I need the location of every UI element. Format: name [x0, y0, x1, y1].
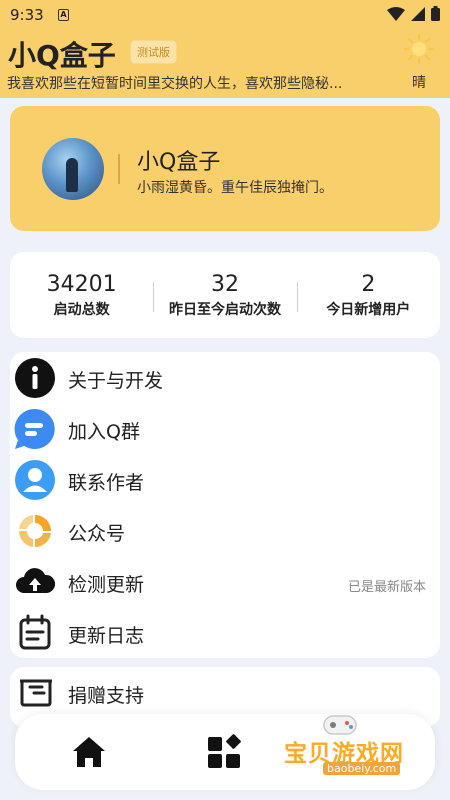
menu-item-official-account[interactable]: 公众号 [10, 505, 440, 556]
stat-label: 昨日至今启动次数 [168, 301, 281, 318]
watermark-logo: 宝贝游戏网 baobeiy.com [280, 712, 440, 786]
menu-card: 关于与开发 加入Q群 联系作者 公众号 检测更新 已是最新版本 更新日志 [10, 352, 440, 658]
beta-badge: 测试版 [130, 40, 177, 64]
cloud-upload-icon [16, 568, 56, 593]
stat-launches-since-yesterday: 32 昨日至今启动次数 [153, 272, 296, 319]
menu-item-label: 公众号 [68, 523, 126, 545]
update-status-text: 已是最新版本 [347, 580, 426, 595]
notification-a-icon: A [58, 9, 69, 21]
info-icon [15, 358, 55, 398]
menu-item-about[interactable]: 关于与开发 [10, 352, 440, 403]
stat-total-launches: 34201 启动总数 [10, 272, 153, 319]
chat-bubble-icon [14, 408, 55, 449]
menu-item-label: 联系作者 [68, 472, 145, 494]
system-icons [387, 6, 440, 21]
menu-item-changelog[interactable]: 更新日志 [10, 607, 440, 658]
profile-divider [118, 154, 120, 184]
apps-icon[interactable] [205, 734, 245, 770]
stat-label: 今日新增用户 [326, 301, 411, 318]
user-icon [15, 460, 55, 500]
menu-item-contact-author[interactable]: 联系作者 [10, 454, 440, 505]
watermark-url: baobeiy.com [323, 762, 401, 775]
stat-label: 启动总数 [53, 301, 110, 318]
menu-item-label: 加入Q群 [68, 421, 140, 443]
home-icon[interactable] [69, 734, 109, 770]
donate-icon [20, 679, 52, 707]
sun-icon [403, 33, 435, 65]
profile-name: 小Q盒子 [137, 150, 221, 175]
stat-value: 34201 [46, 271, 117, 297]
weather-label: 晴 [412, 75, 426, 91]
wifi-icon [387, 6, 405, 21]
avatar-figure [66, 158, 78, 192]
gamepad-icon [323, 715, 357, 735]
status-time: 9:33 [10, 6, 44, 24]
header-bar: 9:33 A 小Q盒子 测试版 我喜欢那些在短暂时间里交换的人生，喜欢那些隐秘.… [0, 0, 450, 98]
calendar-icon [19, 614, 51, 650]
avatar[interactable] [42, 138, 104, 200]
battery-icon [431, 6, 440, 21]
menu-item-label: 关于与开发 [68, 370, 164, 392]
menu-item-join-group[interactable]: 加入Q群 [10, 403, 440, 454]
menu-item-label: 检测更新 [68, 574, 145, 596]
menu-item-label: 捐赠支持 [68, 685, 145, 707]
stats-card: 34201 启动总数 32 昨日至今启动次数 2 今日新增用户 [10, 252, 440, 338]
profile-motto: 小雨湿黄昏。重午佳辰独掩门。 [137, 180, 333, 196]
weather-widget[interactable]: 晴 [402, 33, 436, 92]
status-bar: 9:33 A [0, 0, 450, 30]
stat-value: 2 [361, 271, 376, 297]
menu-item-check-update[interactable]: 检测更新 已是最新版本 [10, 556, 440, 607]
profile-card[interactable]: 小Q盒子 小雨湿黄昏。重午佳辰独掩门。 [10, 106, 440, 231]
stat-new-users-today: 2 今日新增用户 [296, 271, 440, 319]
stat-value: 32 [210, 271, 239, 297]
wechat-official-icon [18, 515, 51, 548]
menu-item-label: 更新日志 [68, 625, 145, 647]
header-subtitle: 我喜欢那些在短暂时间里交换的人生，喜欢那些隐秘... [7, 76, 343, 92]
signal-icon [411, 6, 425, 21]
app-title: 小Q盒子 [8, 39, 116, 72]
